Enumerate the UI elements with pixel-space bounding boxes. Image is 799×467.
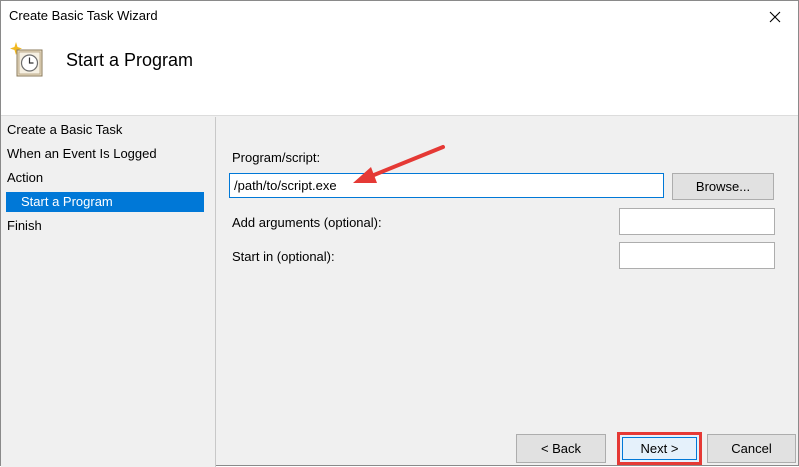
arguments-input[interactable] (619, 208, 775, 235)
close-icon (769, 11, 781, 22)
wizard-steps-sidebar: Create a Basic Task When an Event Is Log… (1, 117, 216, 467)
sidebar-item-action[interactable]: Action (6, 168, 204, 188)
next-button-label: Next > (640, 441, 679, 456)
back-button[interactable]: < Back (516, 434, 606, 463)
arguments-label: Add arguments (optional): (232, 215, 382, 230)
annotation-arrow-icon (353, 145, 445, 183)
sidebar-item-create-basic-task[interactable]: Create a Basic Task (6, 120, 204, 140)
program-script-label: Program/script: (232, 150, 321, 165)
wizard-content: Program/script: Browse... Add arguments … (217, 117, 798, 467)
start-in-label: Start in (optional): (232, 249, 335, 264)
task-scheduler-clock-icon (10, 42, 43, 77)
wizard-header: Start a Program (1, 32, 798, 116)
window-title: Create Basic Task Wizard (9, 8, 158, 23)
sidebar-item-when-event-logged[interactable]: When an Event Is Logged (6, 144, 204, 164)
close-button[interactable] (752, 1, 798, 32)
wizard-window: Create Basic Task Wizard Start a Program… (0, 0, 799, 467)
sidebar-item-finish[interactable]: Finish (6, 216, 204, 236)
cancel-button[interactable]: Cancel (707, 434, 796, 463)
title-bar: Create Basic Task Wizard (1, 1, 798, 32)
next-button[interactable]: Next > (617, 432, 702, 465)
start-in-input[interactable] (619, 242, 775, 269)
browse-button[interactable]: Browse... (672, 173, 774, 200)
sidebar-item-start-program[interactable]: Start a Program (6, 192, 204, 212)
page-title: Start a Program (66, 50, 194, 70)
